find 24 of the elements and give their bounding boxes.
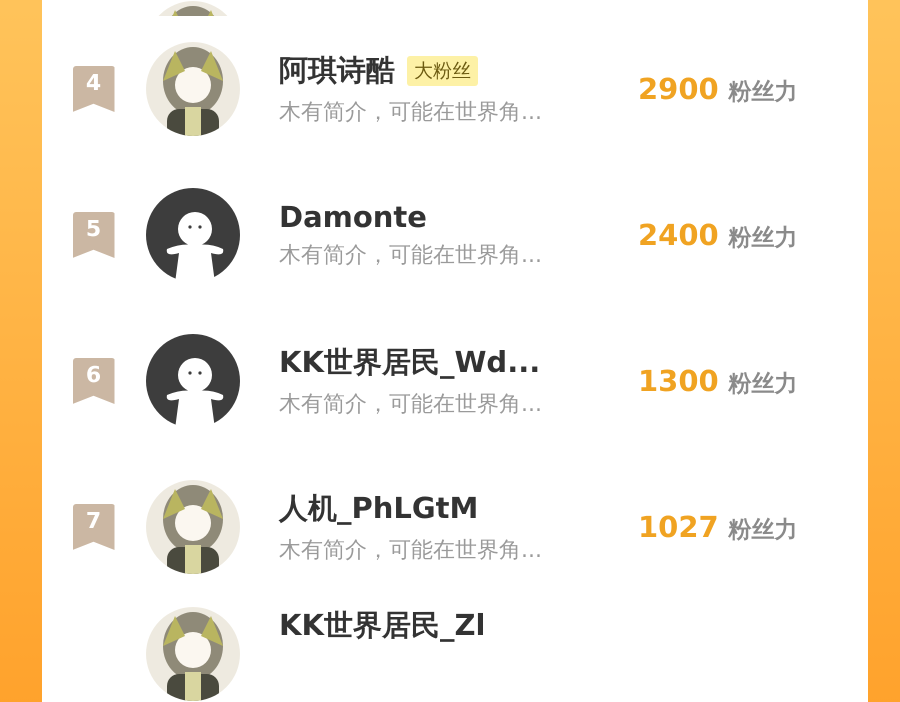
rank-badge: 5	[72, 212, 114, 258]
rank-badge: 6	[72, 358, 114, 404]
user-intro: 木有简介，可能在世界角...	[279, 99, 543, 127]
avatar-icon	[145, 333, 241, 429]
fan-tag: 大粉丝	[407, 56, 478, 86]
user-name: 人机_PhLGtM	[279, 490, 478, 527]
score-unit: 粉丝力	[728, 516, 798, 544]
rank-badge: 4	[72, 66, 114, 112]
score-unit: 粉丝力	[728, 224, 798, 252]
user-name: Damonte	[279, 200, 427, 234]
score-unit: 粉丝力	[728, 370, 798, 398]
user-name: KK世界居民_Zl	[279, 607, 486, 644]
score-unit: 粉丝力	[728, 78, 798, 106]
fan-score: 1027	[638, 510, 719, 544]
user-intro: 木有简介，可能在世界角...	[279, 391, 543, 419]
fan-score: 2900	[638, 72, 719, 106]
user-name: 阿琪诗酷	[279, 52, 395, 89]
fan-score: 2400	[638, 218, 719, 252]
user-name: KK世界居民_Wd...	[279, 344, 540, 381]
avatar-icon	[145, 187, 241, 283]
user-intro: 木有简介，可能在世界角...	[279, 242, 543, 270]
user-intro: 木有简介，可能在世界角...	[279, 537, 543, 565]
rank-badge: 7	[72, 504, 114, 550]
fan-score: 1300	[638, 364, 719, 398]
